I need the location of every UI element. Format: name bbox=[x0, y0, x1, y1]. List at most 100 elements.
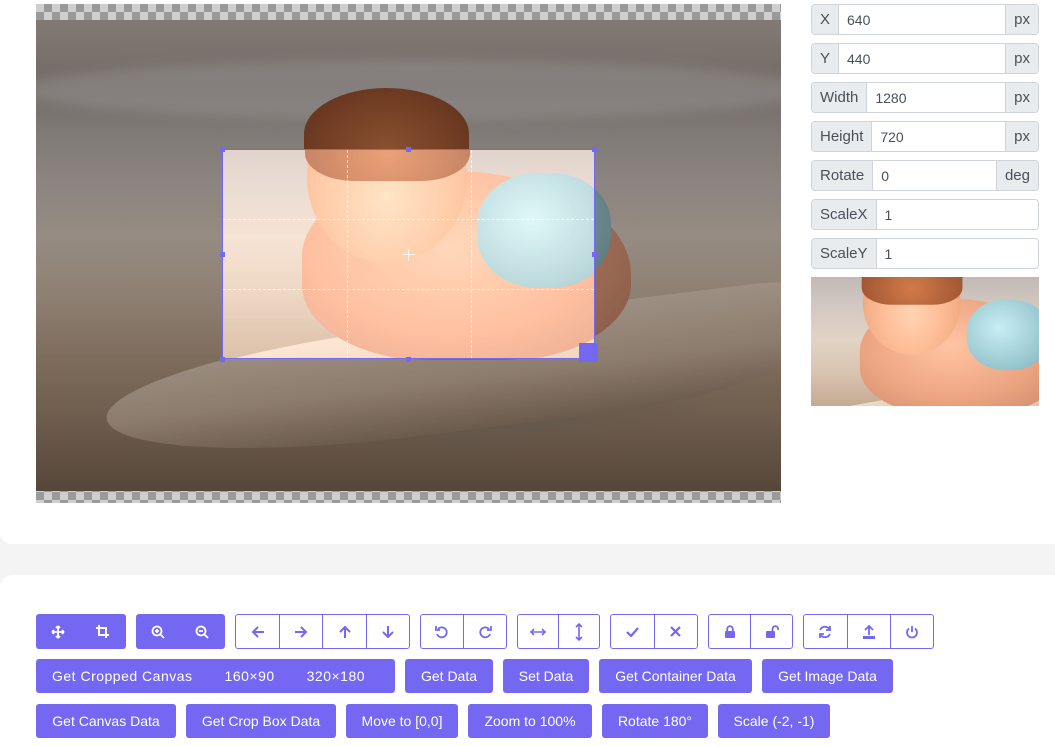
crop-box[interactable] bbox=[222, 149, 595, 359]
zoom-out-icon bbox=[195, 625, 209, 639]
zoom-in-button[interactable] bbox=[136, 614, 180, 649]
enable-button[interactable] bbox=[750, 615, 792, 648]
x-field: X 640 px bbox=[811, 4, 1039, 35]
crop-handle-se[interactable] bbox=[579, 343, 598, 362]
crop-action-group bbox=[610, 614, 698, 649]
rotate-label: Rotate bbox=[812, 161, 874, 190]
width-label: Width bbox=[812, 83, 868, 112]
width-input[interactable]: 1280 bbox=[867, 83, 1005, 112]
scaley-input[interactable]: 1 bbox=[877, 239, 1038, 268]
rotate-right-button[interactable] bbox=[463, 615, 506, 648]
reset-button[interactable] bbox=[804, 615, 847, 648]
crop-guide-line bbox=[471, 150, 472, 358]
crop-guide-line bbox=[347, 150, 348, 358]
move-up-button[interactable] bbox=[322, 615, 365, 648]
move-button[interactable] bbox=[36, 614, 80, 649]
rotate-field: Rotate 0 deg bbox=[811, 160, 1039, 191]
rotate-left-button[interactable] bbox=[421, 615, 463, 648]
x-unit: px bbox=[1005, 5, 1038, 34]
height-label: Height bbox=[812, 122, 873, 151]
move-down-button[interactable] bbox=[365, 615, 409, 648]
scalex-field: ScaleX 1 bbox=[811, 199, 1039, 230]
crop-preview bbox=[811, 277, 1039, 406]
crop-handle-e[interactable] bbox=[592, 252, 597, 257]
height-unit: px bbox=[1005, 122, 1038, 151]
height-field: Height 720 px bbox=[811, 121, 1039, 152]
misc-group bbox=[803, 614, 934, 649]
y-input[interactable]: 440 bbox=[839, 44, 1005, 73]
rotate-180-button[interactable]: Rotate 180° bbox=[602, 704, 708, 738]
rotate-right-icon bbox=[479, 625, 493, 638]
flip-vertical-icon bbox=[575, 622, 583, 641]
y-unit: px bbox=[1005, 44, 1038, 73]
flip-horizontal-icon bbox=[530, 627, 547, 636]
zoom-to-100-button[interactable]: Zoom to 100% bbox=[468, 704, 592, 738]
scalex-input[interactable]: 1 bbox=[877, 200, 1038, 229]
move-right-button[interactable] bbox=[279, 615, 322, 648]
refresh-icon bbox=[819, 625, 832, 638]
get-image-data-button[interactable]: Get Image Data bbox=[762, 659, 893, 693]
get-cropped-canvas-group: Get Cropped Canvas 160×90 320×180 bbox=[36, 659, 395, 693]
zoom-group bbox=[136, 614, 225, 649]
crop-handle-ne[interactable] bbox=[592, 147, 597, 152]
get-canvas-data-button[interactable]: Get Canvas Data bbox=[36, 704, 176, 738]
crop-guide-line bbox=[223, 289, 594, 290]
crop-handle-s[interactable] bbox=[406, 357, 411, 362]
disable-button[interactable] bbox=[709, 615, 750, 648]
height-input[interactable]: 720 bbox=[872, 122, 1005, 151]
move-group bbox=[235, 614, 410, 649]
crop-guide-line bbox=[223, 219, 594, 220]
crop-confirm-button[interactable] bbox=[611, 615, 654, 648]
scaley-label: ScaleY bbox=[812, 239, 877, 268]
get-container-data-button[interactable]: Get Container Data bbox=[599, 659, 752, 693]
move-left-button[interactable] bbox=[236, 615, 279, 648]
drag-mode-group bbox=[36, 614, 126, 649]
crop-clear-button[interactable] bbox=[653, 615, 697, 648]
lock-group bbox=[708, 614, 793, 649]
y-field: Y 440 px bbox=[811, 43, 1039, 74]
get-data-button[interactable]: Get Data bbox=[405, 659, 493, 693]
rotate-left-icon bbox=[435, 625, 448, 638]
flip-vertical-button[interactable] bbox=[558, 615, 599, 648]
crop-handle-sw[interactable] bbox=[220, 357, 225, 362]
x-label: X bbox=[812, 5, 840, 34]
zoom-out-button[interactable] bbox=[180, 614, 224, 649]
arrow-left-icon bbox=[251, 625, 264, 638]
cropped-canvas-160-button[interactable]: 160×90 bbox=[209, 668, 291, 684]
upload-image-button[interactable] bbox=[846, 615, 890, 648]
flip-horizontal-button[interactable] bbox=[518, 615, 558, 648]
cropped-canvas-320-button[interactable]: 320×180 bbox=[291, 668, 381, 684]
arrow-down-icon bbox=[382, 625, 394, 638]
rotate-input[interactable]: 0 bbox=[873, 161, 996, 190]
x-input[interactable]: 640 bbox=[839, 5, 1005, 34]
zoom-in-icon bbox=[151, 625, 165, 639]
unlock-icon bbox=[765, 625, 779, 638]
get-cropped-canvas-button[interactable]: Get Cropped Canvas bbox=[36, 668, 209, 684]
move-icon bbox=[51, 624, 65, 639]
cropper-container[interactable] bbox=[36, 4, 781, 503]
get-crop-box-data-button[interactable]: Get Crop Box Data bbox=[186, 704, 336, 738]
flip-group bbox=[517, 614, 600, 649]
crop-button[interactable] bbox=[80, 614, 124, 649]
check-icon bbox=[626, 626, 639, 637]
move-to-origin-button[interactable]: Move to [0,0] bbox=[346, 704, 458, 738]
crop-handle-n[interactable] bbox=[406, 147, 411, 152]
destroy-button[interactable] bbox=[889, 615, 933, 648]
arrow-right-icon bbox=[295, 625, 308, 638]
y-label: Y bbox=[812, 44, 840, 73]
scaley-field: ScaleY 1 bbox=[811, 238, 1039, 269]
crop-icon bbox=[95, 625, 109, 638]
arrow-up-icon bbox=[338, 625, 351, 638]
crop-handle-w[interactable] bbox=[220, 252, 225, 257]
rotate-unit: deg bbox=[995, 161, 1038, 190]
lock-icon bbox=[724, 625, 735, 638]
crop-handle-nw[interactable] bbox=[220, 147, 225, 152]
upload-icon bbox=[862, 624, 875, 639]
times-icon bbox=[670, 626, 682, 637]
width-field: Width 1280 px bbox=[811, 82, 1039, 113]
scale-button[interactable]: Scale (-2, -1) bbox=[718, 704, 830, 738]
width-unit: px bbox=[1005, 83, 1038, 112]
scalex-label: ScaleX bbox=[812, 200, 877, 229]
crop-center-icon bbox=[403, 249, 415, 261]
set-data-button[interactable]: Set Data bbox=[503, 659, 589, 693]
